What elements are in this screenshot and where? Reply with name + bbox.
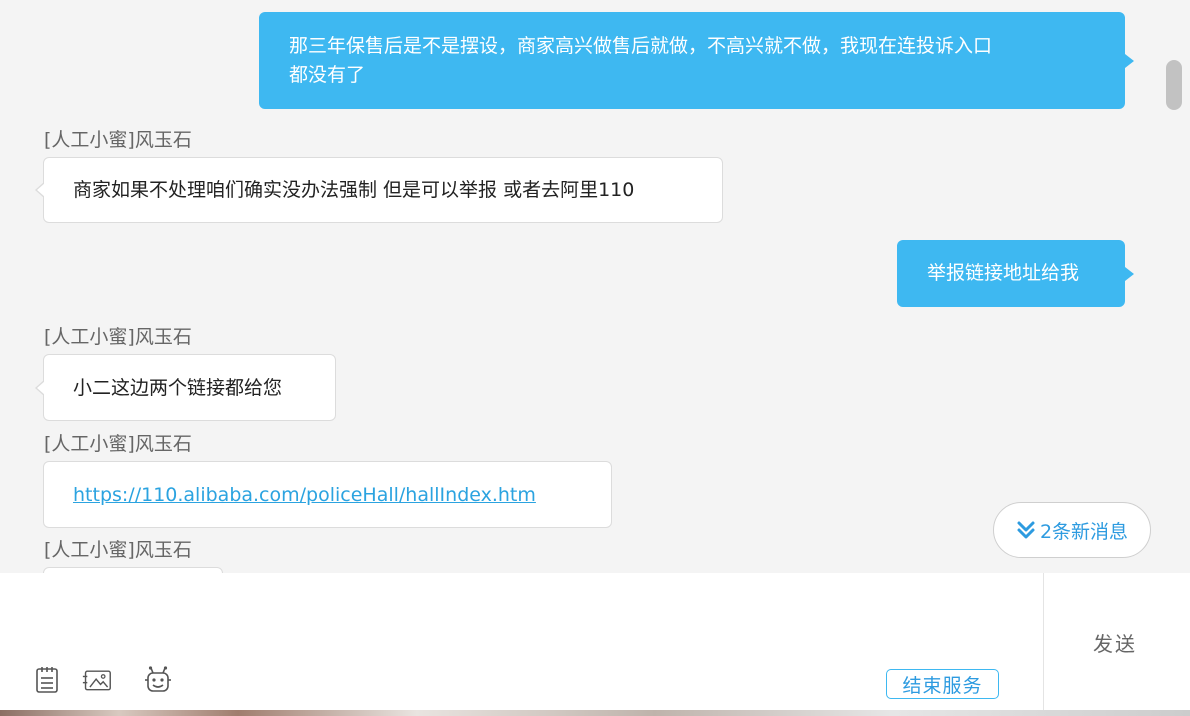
double-chevron-down-icon <box>1017 521 1035 539</box>
message-line: 那三年保售后是不是摆设，商家高兴做售后就做，不高兴就不做，我现在连投诉入口 <box>289 35 993 57</box>
message-line: 都没有了 <box>289 64 366 86</box>
outgoing-message: 举报链接地址给我 <box>897 240 1134 307</box>
sender-name: [人工小蜜]风玉石 <box>44 539 192 561</box>
end-service-button[interactable]: 结束服务 <box>886 669 999 699</box>
new-messages-label: 2条新消息 <box>1039 520 1129 543</box>
send-button[interactable]: 发送 <box>1070 628 1160 656</box>
message-input[interactable] <box>0 573 1190 710</box>
sender-name: [人工小蜜]风玉石 <box>44 326 192 348</box>
incoming-message: https://110.alibaba.com/policeHall/hallI… <box>43 461 612 528</box>
message-text: 小二这边两个链接都给您 <box>73 376 283 399</box>
incoming-message: 小二这边两个链接都给您 <box>35 354 336 421</box>
notepad-icon[interactable] <box>32 665 62 695</box>
outgoing-message: 那三年保售后是不是摆设，商家高兴做售后就做，不高兴就不做，我现在连投诉入口 都没… <box>259 12 1134 109</box>
sender-name: [人工小蜜]风玉石 <box>44 129 192 151</box>
robot-emoji-icon[interactable] <box>143 665 173 695</box>
message-text: 举报链接地址给我 <box>927 262 1080 284</box>
sender-name: [人工小蜜]风玉石 <box>44 433 192 455</box>
message-text: 商家如果不处理咱们确实没办法强制 但是可以举报 或者去阿里110 <box>73 179 635 201</box>
report-link[interactable]: https://110.alibaba.com/policeHall/hallI… <box>73 483 536 507</box>
background-strip <box>0 710 1190 716</box>
scrollbar-thumb[interactable] <box>1166 60 1182 110</box>
chat-history[interactable]: 那三年保售后是不是摆设，商家高兴做售后就做，不高兴就不做，我现在连投诉入口 都没… <box>0 0 1190 573</box>
image-icon[interactable] <box>82 665 112 695</box>
incoming-message: 商家如果不处理咱们确实没办法强制 但是可以举报 或者去阿里110 <box>35 157 723 223</box>
new-messages-button[interactable]: 2条新消息 <box>993 502 1151 558</box>
